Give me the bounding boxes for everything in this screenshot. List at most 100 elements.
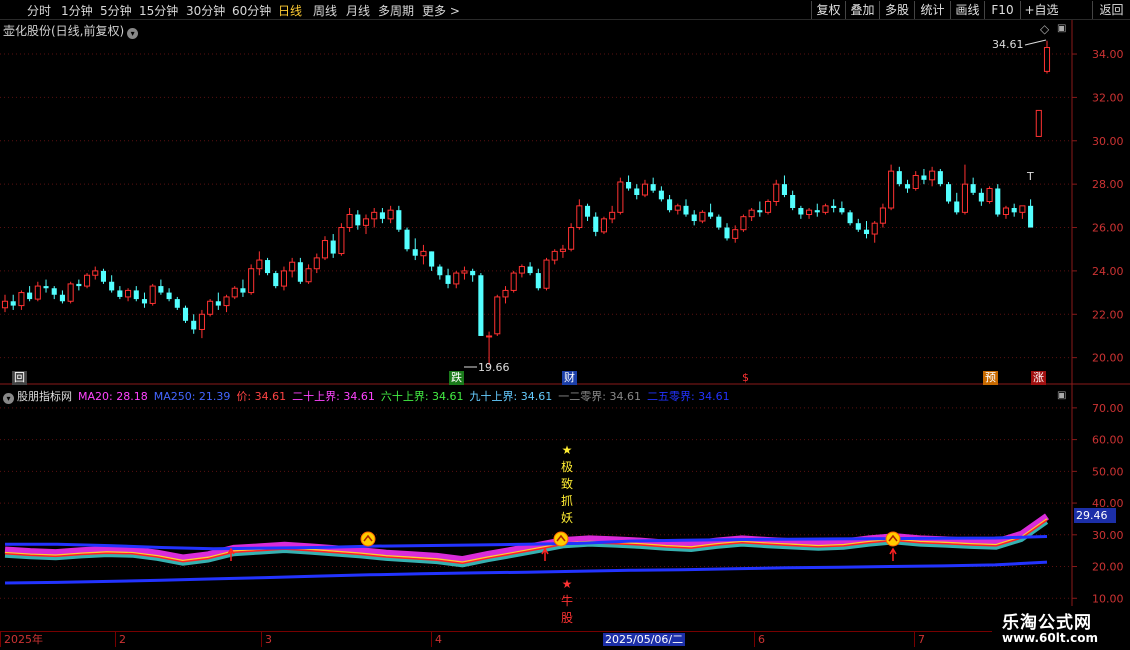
candle-body bbox=[59, 294, 65, 302]
candle-body bbox=[18, 292, 25, 307]
candle-body bbox=[995, 188, 1001, 215]
candle-body bbox=[231, 287, 238, 298]
tool-button-6[interactable]: +自选 bbox=[1020, 1, 1062, 19]
candle-body bbox=[863, 229, 870, 235]
timeframe-1[interactable]: 1分钟 bbox=[61, 2, 93, 19]
indicator-value-4: 六十上界: 34.61 bbox=[380, 390, 464, 403]
candle-body bbox=[117, 290, 123, 297]
candle-body bbox=[166, 292, 172, 300]
date-label-4: 6 bbox=[754, 632, 765, 647]
timeframe-8[interactable]: 月线 bbox=[346, 2, 370, 19]
candle-body bbox=[839, 208, 845, 213]
timeframe-9[interactable]: 多周期 bbox=[378, 2, 414, 19]
event-marker-0[interactable]: 回 bbox=[12, 371, 27, 385]
candle-body bbox=[822, 205, 829, 213]
candle-body bbox=[798, 208, 804, 215]
signal_bottom-char: 股 bbox=[560, 611, 573, 625]
candle-body bbox=[773, 183, 780, 202]
timeframe-6[interactable]: 日线 bbox=[278, 2, 302, 19]
candle-body bbox=[191, 320, 197, 330]
candle-body bbox=[297, 262, 303, 282]
candle-body bbox=[355, 214, 361, 226]
candle-body bbox=[667, 199, 673, 211]
signal_top-char: ★ bbox=[561, 443, 573, 457]
indicator-value-0: MA20: 28.18 bbox=[78, 390, 148, 403]
candle-body bbox=[814, 210, 820, 213]
tool-button-4[interactable]: 画线 bbox=[950, 1, 984, 19]
indicator-tick-label: 10.00 bbox=[1092, 592, 1124, 605]
indicator-tick-label: 20.00 bbox=[1092, 561, 1124, 574]
signal_bottom-char: 牛 bbox=[560, 594, 573, 608]
candle-body bbox=[683, 205, 689, 215]
candle-body bbox=[1011, 208, 1017, 213]
chevron-down-icon[interactable]: ▾ bbox=[3, 393, 14, 404]
candle-body bbox=[806, 209, 813, 216]
candle-body bbox=[790, 194, 796, 209]
candle-body bbox=[429, 251, 435, 267]
watermark: 乐淘公式网 www.60lt.com bbox=[992, 606, 1130, 650]
candle-body bbox=[207, 300, 214, 315]
indicator-values: MA20: 28.18 MA250: 21.39 价: 34.61 二十上界: 34.… bbox=[78, 390, 736, 403]
tool-button-2[interactable]: 多股 bbox=[879, 1, 914, 19]
timeframe-3[interactable]: 15分钟 bbox=[139, 2, 178, 19]
tool-button-1[interactable]: 叠加 bbox=[845, 1, 879, 19]
indicator-value-2: 价: 34.61 bbox=[236, 390, 287, 403]
candle-body bbox=[831, 205, 837, 209]
candle-body bbox=[978, 192, 984, 202]
candle-body bbox=[724, 227, 730, 239]
event-marker-5[interactable]: 涨 bbox=[1031, 371, 1046, 385]
event-marker-3[interactable]: $ bbox=[740, 371, 751, 385]
candle-body bbox=[470, 270, 476, 276]
signal_top-char: 极 bbox=[560, 460, 573, 474]
event-marker-2[interactable]: 财 bbox=[562, 371, 577, 385]
indicator-name: 股朋指标网 bbox=[17, 390, 72, 403]
candle-body bbox=[568, 227, 575, 250]
timeframe-10[interactable]: 更多 > bbox=[422, 2, 460, 19]
tool-button-3[interactable]: 统计 bbox=[914, 1, 950, 19]
candle-body bbox=[961, 183, 968, 213]
candle-body bbox=[67, 283, 74, 302]
candle-body bbox=[133, 290, 139, 300]
indicator-title[interactable]: ▾ 股朋指标网 MA20: 28.18 MA250: 21.39 价: 34.61 二十上… bbox=[3, 388, 742, 404]
event-marker-4[interactable]: 预 bbox=[983, 371, 998, 385]
candlestick-chart[interactable]: 34.00 32.00 30.00 28.00 26.00 24.00 22.00 20.00… bbox=[0, 20, 1130, 650]
candle-body bbox=[198, 313, 205, 330]
timeframe-5[interactable]: 60分钟 bbox=[232, 2, 271, 19]
candle-body bbox=[986, 187, 993, 203]
candle-body bbox=[559, 248, 566, 252]
candle-body bbox=[240, 288, 246, 293]
candle-body bbox=[445, 275, 451, 284]
indicator-value-1: MA250: 21.39 bbox=[153, 390, 231, 403]
candle-body bbox=[699, 211, 706, 222]
candle-body bbox=[716, 216, 722, 228]
tool-button-5[interactable]: F10 bbox=[984, 1, 1020, 19]
candle-body bbox=[929, 170, 936, 181]
candle-body bbox=[764, 201, 772, 213]
candle-body bbox=[904, 184, 911, 189]
candle-body bbox=[527, 266, 533, 274]
candle-body bbox=[273, 273, 279, 287]
timeframe-4[interactable]: 30分钟 bbox=[186, 2, 225, 19]
candle-body bbox=[847, 212, 853, 224]
candle-body bbox=[223, 296, 230, 307]
event-marker-1[interactable]: 跌 bbox=[449, 371, 464, 385]
candle-body bbox=[658, 190, 664, 200]
tool-button-0[interactable]: 复权 bbox=[811, 1, 845, 19]
timeframe-2[interactable]: 5分钟 bbox=[100, 2, 132, 19]
candle-body bbox=[1019, 205, 1026, 213]
candle-body bbox=[420, 250, 427, 257]
candle-body bbox=[174, 299, 180, 308]
signal_top-char: 抓 bbox=[560, 494, 573, 508]
candle-body bbox=[626, 181, 632, 189]
candle-body bbox=[396, 210, 402, 230]
candle-body bbox=[502, 289, 509, 298]
candle-body bbox=[371, 211, 378, 220]
watermark-title: 乐淘公式网 bbox=[1002, 613, 1092, 633]
indicator-lines bbox=[4, 513, 1050, 585]
candle-body bbox=[945, 184, 952, 202]
selected-date[interactable]: 2025/05/06/二 bbox=[603, 633, 686, 646]
tool-button-7[interactable]: 返回 bbox=[1092, 1, 1130, 19]
candle-body bbox=[478, 275, 484, 336]
timeframe-0[interactable]: 分时 bbox=[27, 2, 51, 19]
timeframe-7[interactable]: 周线 bbox=[313, 2, 337, 19]
